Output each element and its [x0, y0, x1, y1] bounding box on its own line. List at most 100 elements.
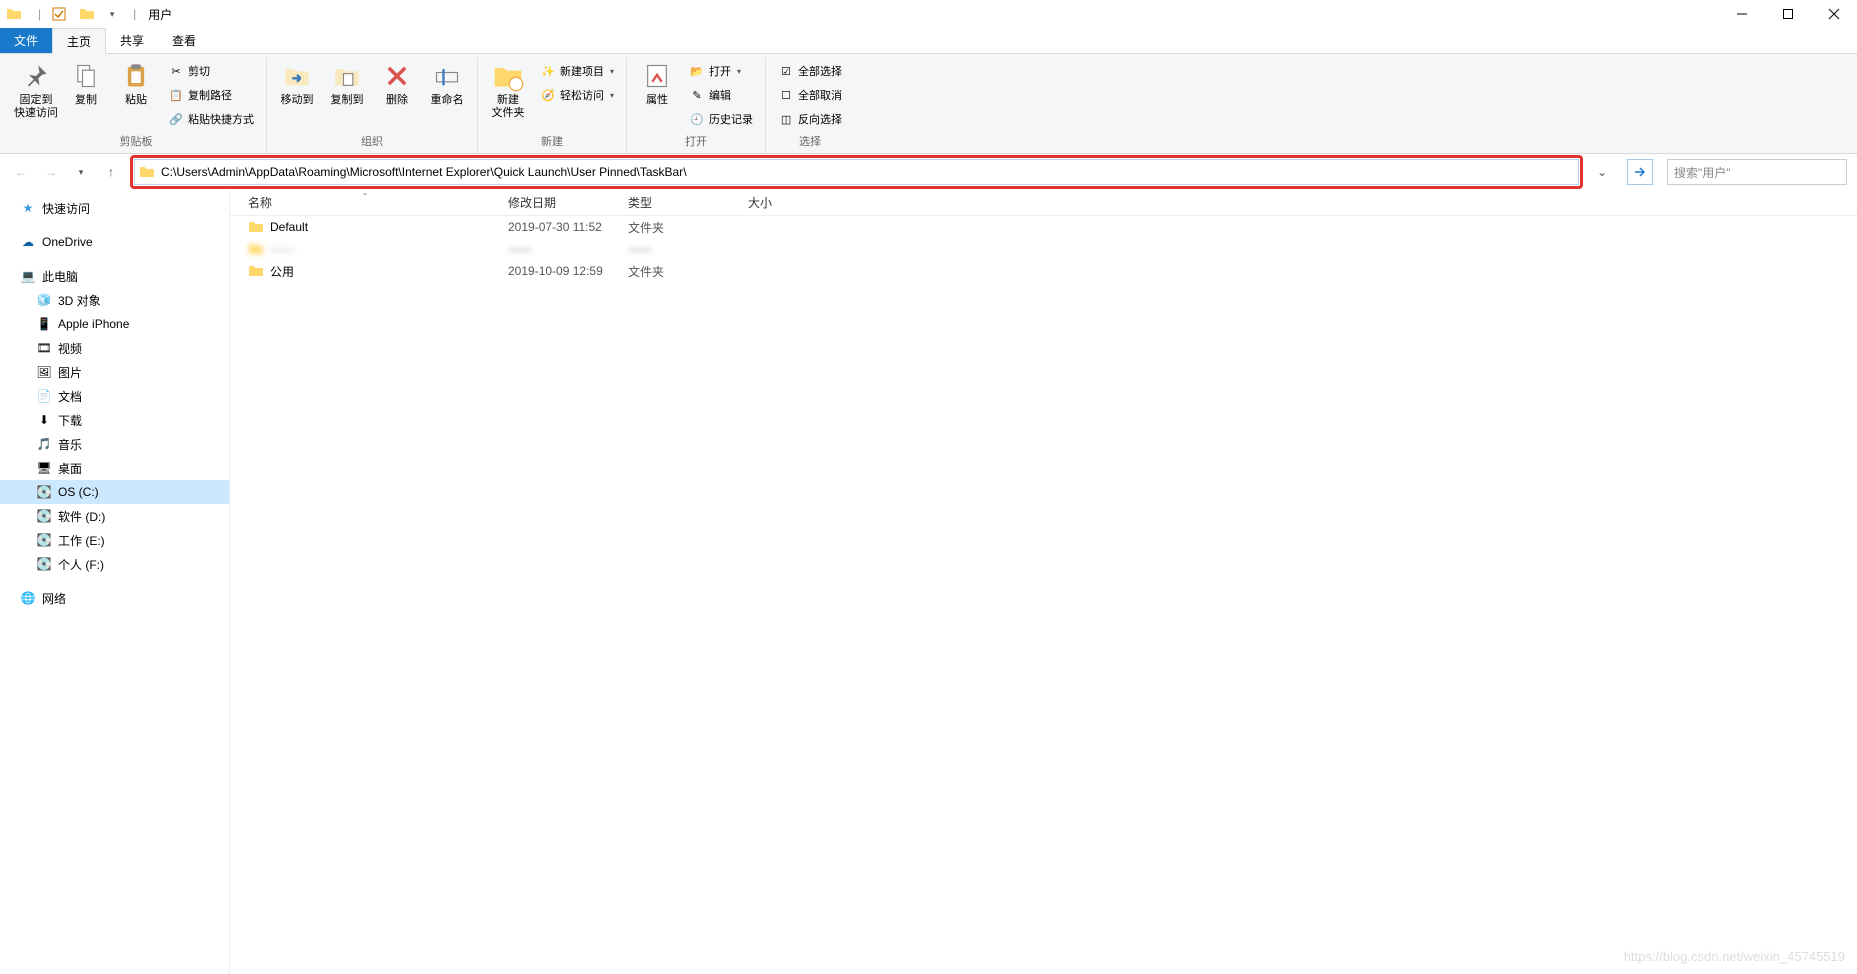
folder-icon [6, 6, 22, 22]
path-icon: 📋 [168, 87, 184, 103]
new-folder-button[interactable]: 新建 文件夹 [486, 58, 530, 120]
file-type: 文件夹 [620, 219, 740, 236]
table-row[interactable]: Default2019-07-30 11:52文件夹 [230, 216, 1857, 238]
cut-button[interactable]: ✂剪切 [164, 60, 258, 82]
address-dropdown-button[interactable]: ⌄ [1591, 165, 1613, 179]
copy-path-button[interactable]: 📋复制路径 [164, 84, 258, 106]
address-bar[interactable] [134, 159, 1579, 185]
address-bar-highlight [130, 155, 1583, 189]
paste-button[interactable]: 粘贴 [114, 58, 158, 107]
back-button[interactable]: ← [10, 161, 32, 183]
nav-documents[interactable]: 📄文档 [0, 384, 229, 408]
col-type[interactable]: 类型 [620, 194, 740, 211]
maximize-button[interactable] [1765, 0, 1811, 28]
nav-os-c[interactable]: 💽OS (C:) [0, 480, 229, 504]
nav-apple-iphone[interactable]: 📱Apple iPhone [0, 312, 229, 336]
properties-button[interactable]: 属性 [635, 58, 679, 107]
nav-pictures[interactable]: 🖼图片 [0, 360, 229, 384]
navigation-row: ← → ▾ ↑ ⌄ 搜索"用户" [0, 154, 1857, 190]
tab-file[interactable]: 文件 [0, 28, 52, 53]
content-area: ★快速访问 ☁OneDrive 💻此电脑 🧊3D 对象 📱Apple iPhon… [0, 190, 1857, 974]
nav-network[interactable]: 🌐网络 [0, 586, 229, 610]
col-date[interactable]: 修改日期 [500, 194, 620, 211]
forward-button[interactable]: → [40, 161, 62, 183]
picture-icon: 🖼 [36, 364, 52, 380]
delete-button[interactable]: 删除 [375, 58, 419, 107]
nav-quick-access[interactable]: ★快速访问 [0, 196, 229, 220]
easy-access-button[interactable]: 🧭轻松访问▾ [536, 84, 618, 106]
copy-to-button[interactable]: 复制到 [325, 58, 369, 107]
dropdown-icon[interactable]: ▾ [107, 6, 117, 22]
navigation-pane[interactable]: ★快速访问 ☁OneDrive 💻此电脑 🧊3D 对象 📱Apple iPhon… [0, 190, 230, 974]
file-list-pane: ⌃名称 修改日期 类型 大小 Default2019-07-30 11:52文件… [230, 190, 1857, 974]
separator: | [133, 7, 136, 21]
ribbon-tabs: 文件 主页 共享 查看 [0, 28, 1857, 54]
copyto-icon [331, 60, 363, 92]
edit-button[interactable]: ✎编辑 [685, 84, 757, 106]
selectnone-icon: ☐ [778, 87, 794, 103]
nav-desktop[interactable]: 🖥桌面 [0, 456, 229, 480]
table-row[interactable]: 公用2019-10-09 12:59文件夹 [230, 260, 1857, 282]
star-icon: ★ [20, 200, 36, 216]
invert-icon: ◫ [778, 111, 794, 127]
nav-onedrive[interactable]: ☁OneDrive [0, 230, 229, 254]
col-size[interactable]: 大小 [740, 194, 820, 211]
tab-view[interactable]: 查看 [158, 28, 210, 53]
folder-icon[interactable] [79, 6, 95, 22]
download-icon: ⬇ [36, 412, 52, 428]
table-row[interactable]: —————— [230, 238, 1857, 260]
open-button[interactable]: 📂打开▾ [685, 60, 757, 82]
copy-button[interactable]: 复制 [64, 58, 108, 107]
new-item-button[interactable]: ✨新建项目▾ [536, 60, 618, 82]
rename-icon [431, 60, 463, 92]
select-all-button[interactable]: ☑全部选择 [774, 60, 846, 82]
file-date: —— [500, 242, 620, 256]
nav-drive-e[interactable]: 💽工作 (E:) [0, 528, 229, 552]
file-type: —— [620, 242, 740, 256]
open-icon: 📂 [689, 63, 705, 79]
go-button[interactable] [1627, 159, 1653, 185]
new-folder-icon [492, 60, 524, 92]
nav-music[interactable]: 🎵音乐 [0, 432, 229, 456]
pin-to-quick-access-button[interactable]: 固定到 快速访问 [14, 58, 58, 120]
move-to-button[interactable]: 移动到 [275, 58, 319, 107]
nav-this-pc[interactable]: 💻此电脑 [0, 264, 229, 288]
checkbox-icon[interactable] [51, 6, 67, 22]
tab-share[interactable]: 共享 [106, 28, 158, 53]
recent-locations-button[interactable]: ▾ [70, 161, 92, 183]
folder-icon [248, 241, 264, 257]
up-button[interactable]: ↑ [100, 161, 122, 183]
copy-icon [70, 60, 102, 92]
chevron-down-icon: ▾ [610, 67, 614, 76]
music-icon: 🎵 [36, 436, 52, 452]
nav-drive-f[interactable]: 💽个人 (F:) [0, 552, 229, 576]
window-controls [1719, 0, 1857, 28]
address-input[interactable] [161, 165, 1574, 179]
select-none-button[interactable]: ☐全部取消 [774, 84, 846, 106]
nav-downloads[interactable]: ⬇下载 [0, 408, 229, 432]
pin-icon [20, 60, 52, 92]
chevron-down-icon: ▾ [610, 91, 614, 100]
tab-home[interactable]: 主页 [52, 28, 106, 54]
group-new: 新建 文件夹 ✨新建项目▾ 🧭轻松访问▾ 新建 [478, 58, 627, 153]
history-button[interactable]: 🕘历史记录 [685, 108, 757, 130]
col-name[interactable]: ⌃名称 [230, 194, 500, 211]
quick-access-toolbar: | ▾ | [6, 6, 140, 22]
search-box[interactable]: 搜索"用户" [1667, 159, 1847, 185]
paste-shortcut-button[interactable]: 🔗粘贴快捷方式 [164, 108, 258, 130]
rename-button[interactable]: 重命名 [425, 58, 469, 107]
selectall-icon: ☑ [778, 63, 794, 79]
nav-videos[interactable]: 🎞视频 [0, 336, 229, 360]
nav-3d-objects[interactable]: 🧊3D 对象 [0, 288, 229, 312]
shortcut-icon: 🔗 [168, 111, 184, 127]
folder-icon [248, 263, 264, 279]
group-label: 组织 [275, 131, 469, 153]
group-label: 打开 [635, 131, 757, 153]
edit-icon: ✎ [689, 87, 705, 103]
nav-drive-d[interactable]: 💽软件 (D:) [0, 504, 229, 528]
invert-selection-button[interactable]: ◫反向选择 [774, 108, 846, 130]
minimize-button[interactable] [1719, 0, 1765, 28]
close-button[interactable] [1811, 0, 1857, 28]
address-bar-wrap [130, 155, 1583, 189]
chevron-down-icon: ▾ [737, 67, 741, 76]
